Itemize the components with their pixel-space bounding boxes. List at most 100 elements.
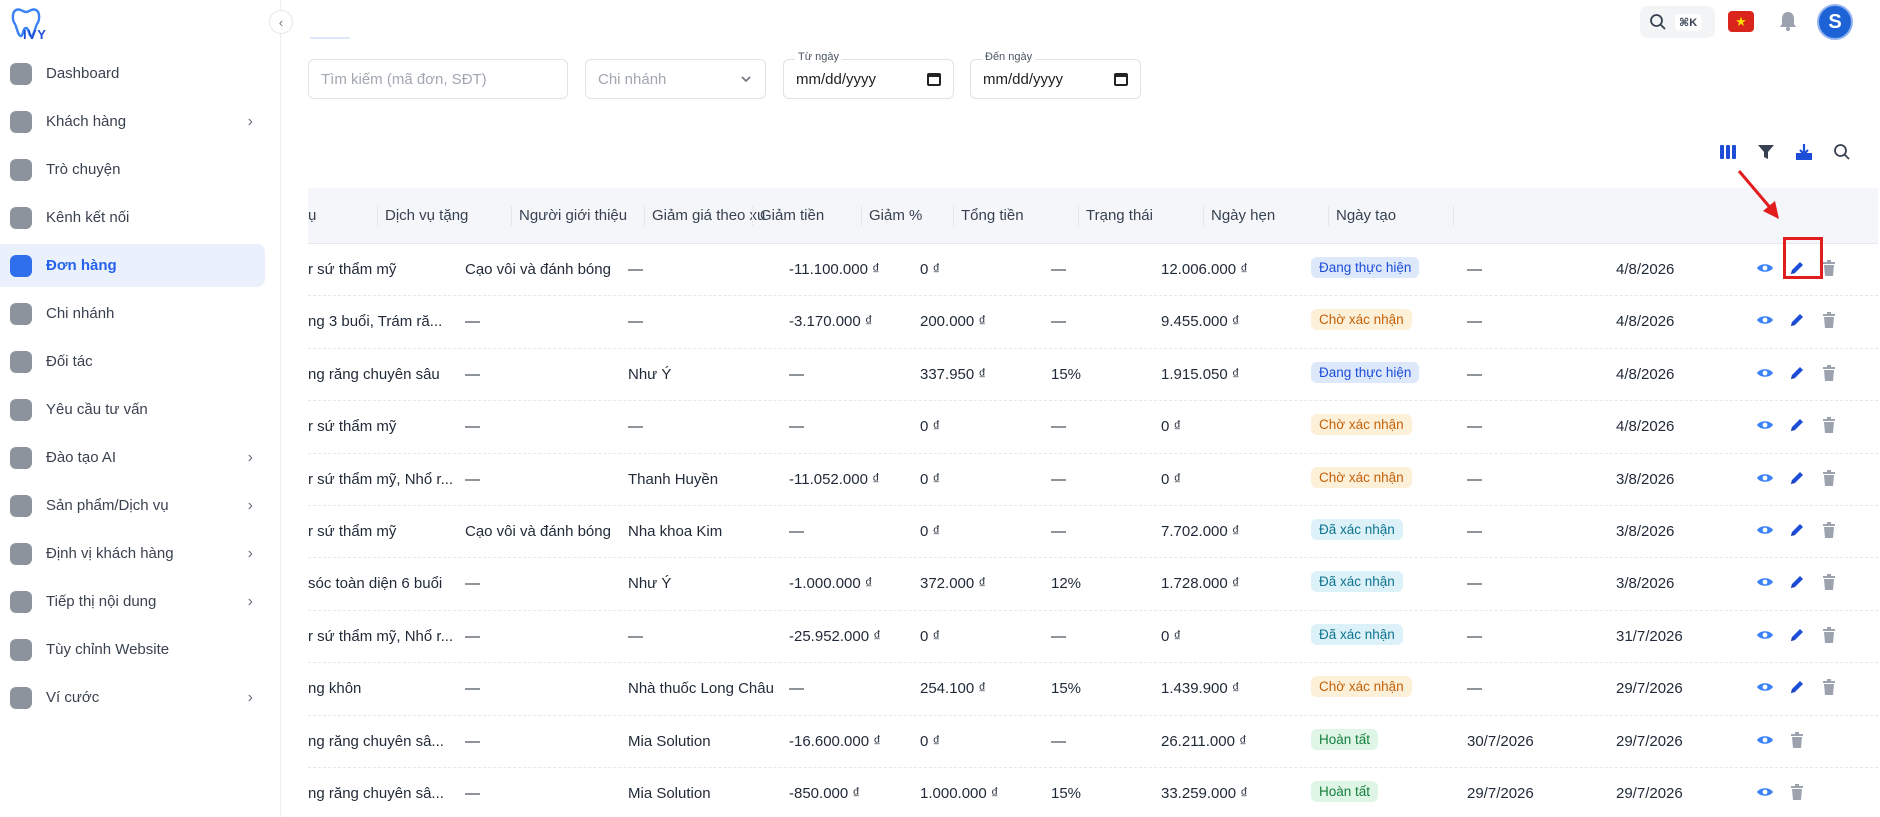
tab-faint[interactable] — [835, 10, 880, 39]
chevron-right-icon[interactable]: › — [248, 689, 253, 707]
view-icon[interactable] — [1755, 258, 1775, 278]
column-header[interactable]: Ngày tạo — [1336, 207, 1396, 224]
status-badge: Chờ xác nhận — [1311, 309, 1412, 331]
delete-icon[interactable] — [1819, 310, 1839, 330]
table-row[interactable]: ng khôn — Nhà thuốc Long Châu — 254.100 ₫ 15%… — [308, 663, 1878, 716]
tab-faint[interactable] — [613, 10, 708, 39]
table-row[interactable]: ng răng chuyên sâ... — Mia Solution -850.00… — [308, 768, 1878, 817]
sidebar-item[interactable]: Tiếp thị nội dung › — [0, 580, 265, 623]
sidebar-item[interactable]: Dashboard — [0, 52, 265, 95]
view-icon[interactable] — [1755, 677, 1775, 697]
bell-icon[interactable] — [1777, 10, 1799, 32]
chevron-right-icon[interactable]: › — [248, 497, 253, 515]
sidebar-item[interactable]: Đối tác — [0, 340, 265, 383]
view-icon[interactable] — [1755, 363, 1775, 383]
delete-icon[interactable] — [1787, 782, 1807, 802]
chevron-right-icon[interactable]: › — [248, 545, 253, 563]
delete-icon[interactable] — [1819, 363, 1839, 383]
vietnam-flag-icon[interactable]: ★ — [1728, 11, 1754, 32]
sidebar-item[interactable]: Khách hàng › — [0, 100, 265, 143]
edit-icon[interactable] — [1787, 468, 1807, 488]
from-date-input[interactable]: mm/dd/yyyy — [783, 59, 954, 99]
table-row[interactable]: r sứ thẩm mỹ Cạo vôi và đánh bóng Nha khoa… — [308, 506, 1878, 559]
sidebar-item[interactable]: Đào tạo AI › — [0, 436, 265, 479]
tab-faint[interactable] — [310, 10, 350, 39]
table-row[interactable]: ng răng chuyên sâu — Như Ý — 337.950 ₫ 15% 1.9… — [308, 349, 1878, 402]
sidebar-item[interactable]: Định vị khách hàng › — [0, 532, 265, 575]
cell-created-date: 29/7/2026 — [1616, 680, 1683, 698]
sidebar-item[interactable]: Tùy chỉnh Website — [0, 628, 265, 671]
delete-icon[interactable] — [1819, 677, 1839, 697]
delete-icon[interactable] — [1819, 468, 1839, 488]
cell-created-date: 4/8/2026 — [1616, 365, 1675, 383]
delete-icon[interactable] — [1819, 520, 1839, 540]
edit-icon[interactable] — [1787, 677, 1807, 697]
sidebar-item[interactable]: Sản phẩm/Dịch vụ › — [0, 484, 265, 527]
edit-icon[interactable] — [1787, 363, 1807, 383]
search-table-icon[interactable] — [1832, 142, 1852, 162]
column-header[interactable]: Tổng tiền — [961, 207, 1024, 224]
table-row[interactable]: ng răng chuyên sâ... — Mia Solution -16.600… — [308, 716, 1878, 768]
column-header[interactable]: ụ — [308, 207, 316, 224]
sidebar-item[interactable]: Ví cước › — [0, 676, 265, 719]
edit-icon[interactable] — [1787, 520, 1807, 540]
column-header[interactable]: Dịch vụ tặng — [385, 207, 468, 224]
branch-placeholder: Chi nhánh — [598, 70, 667, 88]
column-header[interactable]: Trạng thái — [1086, 207, 1153, 224]
chevron-right-icon[interactable]: › — [248, 113, 253, 131]
column-header[interactable]: Giảm % — [869, 207, 922, 224]
sidebar-item[interactable]: Chi nhánh — [0, 292, 265, 335]
view-icon[interactable] — [1755, 625, 1775, 645]
column-header[interactable]: Ngày hẹn — [1211, 207, 1275, 224]
table-row[interactable]: ng 3 buổi, Trám ră... — — -3.170.000 ₫ 200.0… — [308, 296, 1878, 349]
tab-faint[interactable] — [386, 10, 466, 39]
cell-disc: 1.000.000 ₫ — [920, 784, 999, 802]
column-header[interactable]: Người giới thiệu — [519, 207, 627, 224]
view-icon[interactable] — [1755, 730, 1775, 750]
edit-icon[interactable] — [1787, 625, 1807, 645]
view-icon[interactable] — [1755, 468, 1775, 488]
download-icon[interactable] — [1794, 142, 1814, 162]
branch-select[interactable]: Chi nhánh — [585, 59, 766, 99]
calendar-icon[interactable] — [1114, 72, 1128, 86]
columns-icon[interactable] — [1718, 142, 1738, 162]
sidebar-item[interactable]: Đơn hàng — [0, 244, 265, 287]
delete-icon[interactable] — [1819, 572, 1839, 592]
edit-icon[interactable] — [1787, 415, 1807, 435]
chevron-right-icon[interactable]: › — [248, 593, 253, 611]
sidebar-item[interactable]: Trò chuyện — [0, 148, 265, 191]
global-search-button[interactable]: ⌘K — [1640, 6, 1715, 38]
table-row[interactable]: r sứ thẩm mỹ Cạo vôi và đánh bóng — -11.100… — [308, 244, 1878, 297]
column-header[interactable]: Giảm giá theo xu — [652, 207, 765, 224]
sidebar-item[interactable]: Yêu cầu tư vấn — [0, 388, 265, 431]
column-header[interactable]: Giảm tiền — [760, 207, 824, 224]
chevron-right-icon[interactable]: › — [248, 449, 253, 467]
table-row[interactable]: r sứ thẩm mỹ, Nhổ r... — Thanh Huyền -11.05… — [308, 454, 1878, 506]
sidebar-item[interactable]: Kênh kết nối — [0, 196, 265, 239]
view-icon[interactable] — [1755, 782, 1775, 802]
calendar-icon[interactable] — [927, 72, 941, 86]
sidebar-item-label: Trò chuyện — [46, 161, 121, 178]
view-icon[interactable] — [1755, 310, 1775, 330]
table-row[interactable]: r sứ thẩm mỹ, Nhổ r... — — -25.952.000 ₫ 0 ₫… — [308, 611, 1878, 664]
avatar[interactable]: S — [1817, 4, 1853, 40]
view-icon[interactable] — [1755, 572, 1775, 592]
cell-gift: Cạo vôi và đánh bóng — [465, 522, 611, 540]
to-date-input[interactable]: mm/dd/yyyy — [970, 59, 1141, 99]
sidebar-item-label: Dashboard — [46, 65, 120, 82]
table-row[interactable]: r sứ thẩm mỹ — — — 0 ₫ — 0 ₫ Chờ xác nhận — 4/8/2… — [308, 401, 1878, 454]
delete-icon[interactable] — [1819, 415, 1839, 435]
delete-icon[interactable] — [1787, 730, 1807, 750]
view-icon[interactable] — [1755, 520, 1775, 540]
collapse-sidebar-button[interactable]: ‹ — [269, 10, 293, 34]
tab-faint[interactable] — [502, 10, 577, 39]
edit-icon[interactable] — [1787, 310, 1807, 330]
edit-icon[interactable] — [1787, 572, 1807, 592]
view-icon[interactable] — [1755, 415, 1775, 435]
delete-icon[interactable] — [1819, 625, 1839, 645]
search-input[interactable]: Tìm kiếm (mã đơn, SĐT) — [308, 59, 568, 99]
filter-icon[interactable] — [1756, 142, 1776, 162]
cell-ref: Nha khoa Kim — [628, 522, 723, 540]
tab-faint[interactable] — [744, 10, 799, 39]
table-row[interactable]: sóc toàn diện 6 buổi — Như Ý -1.000.000 ₫ 37… — [308, 558, 1878, 611]
